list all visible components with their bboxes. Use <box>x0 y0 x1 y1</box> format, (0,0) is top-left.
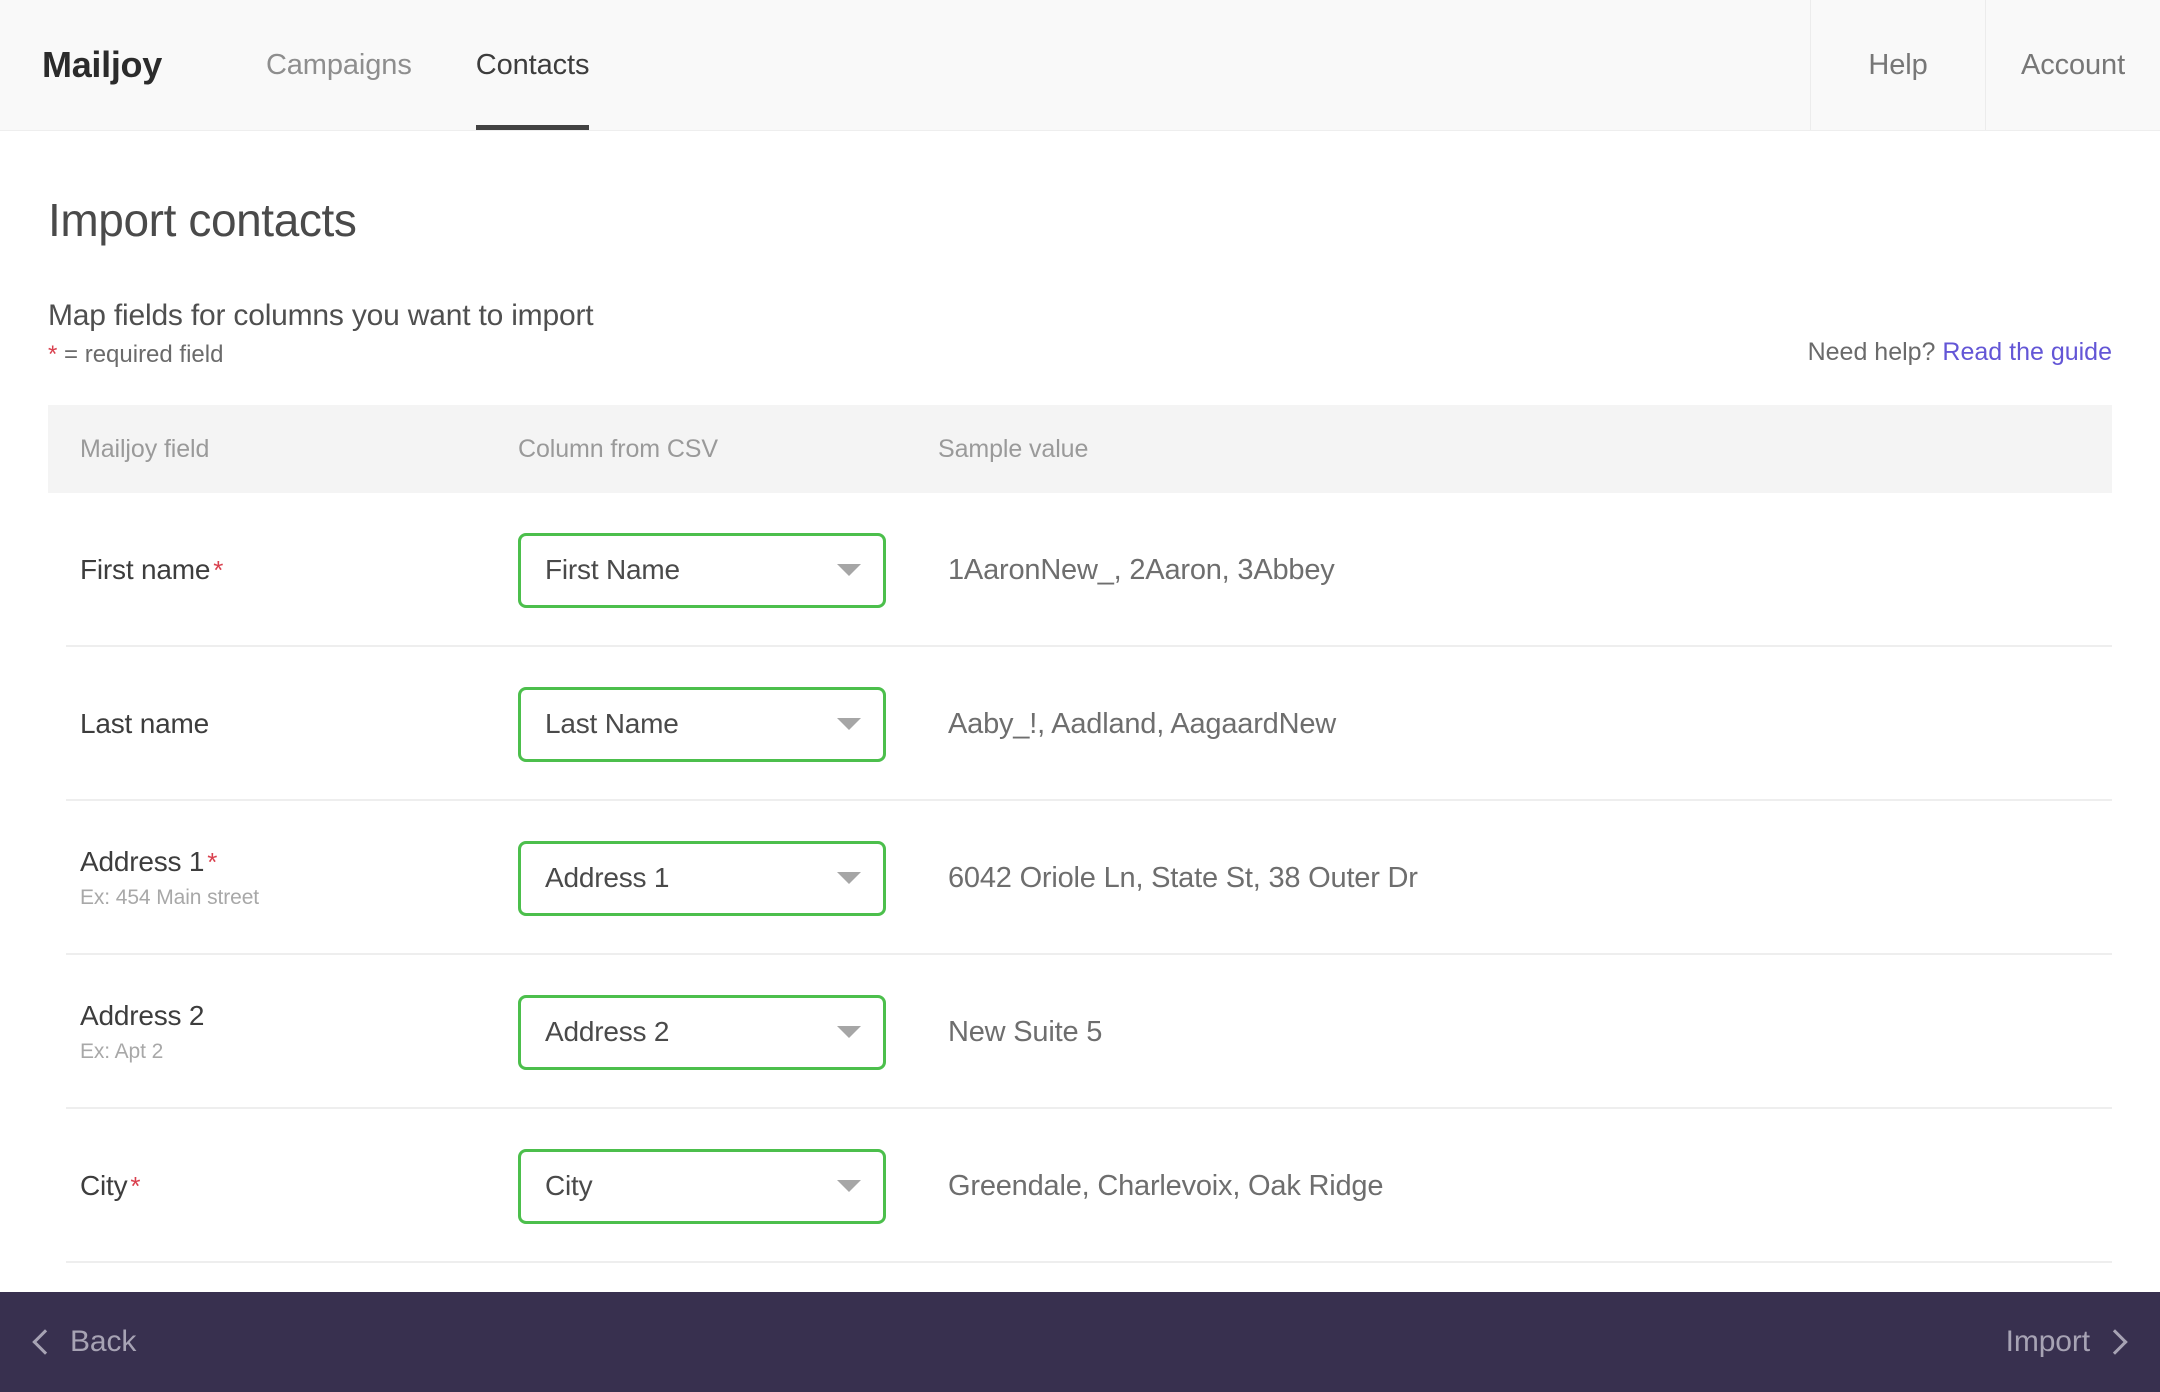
sample-value: Greendale, Charlevoix, Oak Ridge <box>948 1169 1384 1202</box>
csv-column-select-value: Last Name <box>545 708 679 739</box>
required-asterisk: * <box>130 1171 141 1202</box>
csv-column-select[interactable]: Last Name <box>518 686 886 762</box>
mapping-instructions: Map fields for columns you want to impor… <box>48 299 594 332</box>
field-label-text: First name <box>80 554 211 586</box>
field-mapping-table: Mailjoy field Column from CSV Sample val… <box>48 405 2112 1335</box>
field-label-text: Address 2 <box>80 1000 205 1032</box>
csv-column-select[interactable]: Address 2 <box>518 994 886 1070</box>
sample-value: 6042 Oriole Ln, State St, 38 Outer Dr <box>948 861 1418 894</box>
field-example-hint: Ex: 454 Main street <box>80 885 260 909</box>
nav-tab-campaigns[interactable]: Campaigns <box>234 0 444 130</box>
top-navigation-bar: Mailjoy Campaigns Contacts Help Account <box>0 0 2160 131</box>
chevron-right-icon <box>2102 1329 2128 1355</box>
field-label-text: Last name <box>80 708 209 740</box>
table-row: City * City Greendale, Charlevoix, Oak Ri… <box>48 1109 2112 1263</box>
chevron-down-icon <box>837 1180 861 1192</box>
required-asterisk: * <box>207 847 218 878</box>
nav-item-help[interactable]: Help <box>1810 0 1985 130</box>
column-header-column-from-csv: Column from CSV <box>518 434 718 463</box>
required-asterisk: * <box>213 555 224 586</box>
field-name-cell: Address 1 * Ex: 454 Main street <box>48 846 518 909</box>
field-example-hint: Ex: Apt 2 <box>80 1039 164 1063</box>
field-name-cell: Address 2 Ex: Apt 2 <box>48 1000 518 1063</box>
nav-tab-campaigns-label: Campaigns <box>265 48 412 81</box>
back-button-label: Back <box>70 1325 137 1358</box>
nav-right-group: Help Account <box>1810 0 2160 130</box>
column-header-mailjoy-field: Mailjoy field <box>80 434 210 463</box>
field-label-text: City <box>80 1170 128 1202</box>
table-row: Last name Last Name Aaby_!, Aadland, Aag… <box>48 647 2112 801</box>
brand-logo[interactable]: Mailjoy <box>0 0 162 130</box>
table-row: First name * First Name 1AaronNew_, 2Aaro… <box>48 493 2112 647</box>
required-asterisk: * <box>48 341 58 368</box>
import-button[interactable]: Import <box>2005 1325 2128 1359</box>
field-label: City * <box>80 1170 518 1201</box>
table-scrollbar[interactable] <box>2104 493 2112 1335</box>
field-name-cell: City * <box>48 1170 518 1201</box>
csv-column-select-value: Address 2 <box>545 1016 670 1047</box>
nav-tab-contacts[interactable]: Contacts <box>444 0 622 130</box>
csv-column-cell: Address 2 <box>518 994 938 1070</box>
csv-column-select-value: First Name <box>545 554 680 585</box>
nav-tab-contacts-label: Contacts <box>475 48 590 81</box>
need-help-label: Need help? <box>1807 338 1943 366</box>
import-button-label: Import <box>2005 1325 2091 1358</box>
csv-column-cell: First Name <box>518 532 938 608</box>
wizard-footer-bar: Back Import <box>0 1292 2160 1392</box>
csv-column-select[interactable]: First Name <box>518 532 886 608</box>
field-name-cell: Last name <box>48 708 518 739</box>
required-field-note: * = required field <box>48 341 2112 369</box>
chevron-down-icon <box>837 564 861 576</box>
page-body: Import contacts Map fields for columns y… <box>0 131 2160 1392</box>
chevron-down-icon <box>837 718 861 730</box>
csv-column-cell: City <box>518 1148 938 1224</box>
field-label-text: Address 1 <box>80 846 205 878</box>
table-row: Address 1 * Ex: 454 Main street Address 1… <box>48 801 2112 955</box>
chevron-down-icon <box>837 872 861 884</box>
nav-item-account[interactable]: Account <box>1985 0 2160 130</box>
field-label: Last name <box>80 708 518 739</box>
sample-value: 1AaronNew_, 2Aaron, 3Abbey <box>948 553 1335 586</box>
required-note-text: = required field <box>57 341 224 368</box>
csv-column-select[interactable]: Address 1 <box>518 840 886 916</box>
page-title: Import contacts <box>48 194 357 246</box>
sample-value: New Suite 5 <box>948 1015 1103 1048</box>
read-the-guide-link[interactable]: Read the guide <box>1942 338 2112 366</box>
need-help-text: Need help? Read the guide <box>1808 338 2112 367</box>
primary-nav-tabs: Campaigns Contacts <box>234 0 621 130</box>
field-label: First name * <box>80 554 518 585</box>
table-header-row: Mailjoy field Column from CSV Sample val… <box>48 405 2112 493</box>
nav-item-account-label: Account <box>2020 48 2126 81</box>
subheader-row: Map fields for columns you want to impor… <box>48 299 2112 369</box>
csv-column-select-value: Address 1 <box>545 862 670 893</box>
csv-column-select-value: City <box>545 1170 593 1201</box>
chevron-down-icon <box>837 1026 861 1038</box>
field-label: Address 1 * <box>80 846 518 877</box>
csv-column-cell: Address 1 <box>518 840 938 916</box>
field-label: Address 2 <box>80 1000 518 1031</box>
csv-column-select[interactable]: City <box>518 1148 886 1224</box>
column-header-sample-value: Sample value <box>938 434 1089 463</box>
nav-item-help-label: Help <box>1868 48 1928 81</box>
field-name-cell: First name * <box>48 554 518 585</box>
back-button[interactable]: Back <box>32 1325 137 1359</box>
chevron-left-icon <box>32 1329 58 1355</box>
sample-value: Aaby_!, Aadland, AagaardNew <box>948 707 1336 740</box>
table-row: Address 2 Ex: Apt 2 Address 2 New Suite … <box>48 955 2112 1109</box>
csv-column-cell: Last Name <box>518 686 938 762</box>
